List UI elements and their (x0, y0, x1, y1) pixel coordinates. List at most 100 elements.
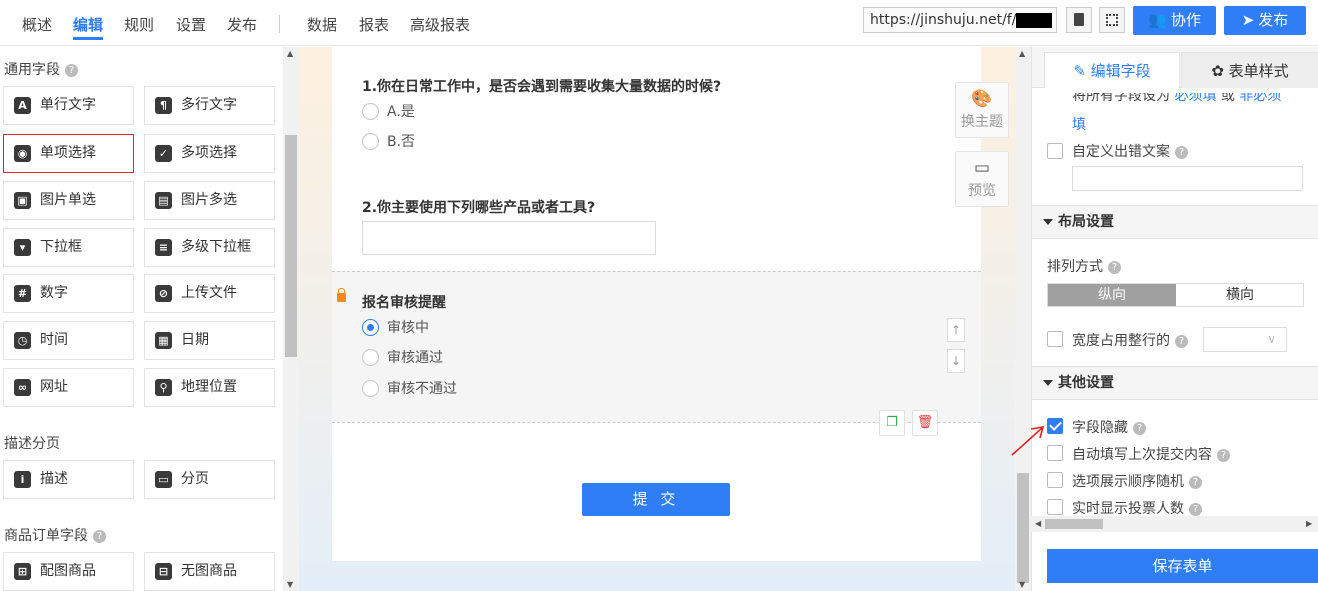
horizontal-scrollbar-thumb[interactable] (1045, 519, 1103, 529)
common-fields-title: 通用字段? (4, 59, 78, 79)
move-up-button[interactable]: ↑ (947, 318, 965, 342)
duplicate-field-button[interactable]: ❐ (879, 410, 905, 436)
nav-publish[interactable]: 发布 (227, 0, 257, 46)
copy-url-button[interactable] (1066, 7, 1092, 33)
field-single-line-text[interactable]: A 单行文字 (3, 86, 134, 125)
nav-settings[interactable]: 设置 (176, 0, 206, 46)
field-url[interactable]: ∞ 网址 (3, 368, 134, 407)
random-order-checkbox[interactable] (1047, 472, 1063, 488)
collaborate-button[interactable]: 👥 协作 (1133, 6, 1216, 35)
arrange-vertical[interactable]: 纵向 (1048, 284, 1176, 306)
publish-label: 发布 (1258, 11, 1289, 29)
scroll-left-icon[interactable]: ◀ (1035, 519, 1041, 528)
form-url-field[interactable]: https://jinshuju.net/f/u (863, 7, 1057, 33)
help-icon[interactable]: ? (1189, 476, 1202, 489)
help-icon[interactable]: ? (1133, 422, 1146, 435)
page-icon: ▭ (155, 471, 172, 488)
question-3-selected-block[interactable]: 报名审核提醒 审核中 审核通过 审核不通过 ↑ ↓ ❐ 🗑 (332, 271, 981, 436)
autofill-checkbox[interactable] (1047, 445, 1063, 461)
save-form-button[interactable]: 保存表单 (1047, 549, 1318, 583)
custom-error-input[interactable] (1072, 166, 1303, 191)
move-down-button[interactable]: ↓ (947, 349, 965, 373)
top-bar: 概述 编辑 规则 设置 发布 数据 报表 高级报表 https://jinshu… (0, 0, 1318, 46)
help-icon[interactable]: ? (1108, 261, 1121, 274)
field-image-multi[interactable]: ▤ 图片多选 (144, 181, 275, 220)
nav-data[interactable]: 数据 (307, 0, 337, 46)
field-description[interactable]: i 描述 (3, 460, 134, 499)
canvas-scrollbar-thumb[interactable] (1017, 473, 1029, 583)
field-settings-panel: ✎ 编辑字段 ✿ 表单样式 将所有字段设为 必须填 或 非必须 填 自定义出错文… (1031, 47, 1318, 591)
field-image-single[interactable]: ▣ 图片单选 (3, 181, 134, 220)
field-multi-line-text[interactable]: ¶ 多行文字 (144, 86, 275, 125)
vote-count-label: 实时显示投票人数? (1072, 498, 1202, 518)
help-icon[interactable]: ? (1175, 146, 1188, 159)
autofill-label: 自动填写上次提交内容? (1072, 444, 1230, 464)
settings-horizontal-scrollbar[interactable]: ◀ ▶ (1031, 516, 1318, 532)
nav-edit[interactable]: 编辑 (73, 0, 104, 46)
fullwidth-checkbox[interactable] (1047, 331, 1063, 347)
custom-error-checkbox[interactable] (1047, 143, 1063, 159)
field-label: 单行文字 (40, 97, 96, 113)
left-scrollbar[interactable]: ▲ ▼ (283, 47, 299, 591)
change-theme-button[interactable]: 🎨 换主题 (955, 82, 1009, 138)
delete-field-button[interactable]: 🗑 (912, 410, 938, 436)
nav-rules[interactable]: 规则 (124, 0, 154, 46)
desc-section-title: 描述分页 (4, 436, 60, 452)
help-icon[interactable]: ? (93, 530, 106, 543)
scroll-down-icon[interactable]: ▼ (1019, 580, 1025, 589)
copy-icon: ❐ (886, 415, 898, 430)
scroll-up-icon[interactable]: ▲ (1019, 49, 1025, 58)
field-goods-no-image[interactable]: ⊟ 无图商品 (144, 552, 275, 591)
arrange-horizontal[interactable]: 横向 (1176, 284, 1304, 306)
radio-circle (362, 380, 379, 397)
preview-button[interactable]: ▭ 预览 (955, 151, 1009, 207)
other-section-header[interactable]: 其他设置 (1032, 366, 1318, 400)
field-time[interactable]: ◷ 时间 (3, 321, 134, 360)
paperclip-icon: ⊘ (155, 285, 172, 302)
field-label: 描述 (40, 471, 68, 487)
set-required-link[interactable]: 必须填 (1174, 93, 1216, 104)
fullwidth-select[interactable]: ∨ (1203, 327, 1287, 352)
field-dropdown[interactable]: ▾ 下拉框 (3, 228, 134, 267)
field-multi-choice[interactable]: ✓ 多项选择 (144, 134, 275, 173)
radio-circle (362, 103, 379, 120)
field-date[interactable]: ▦ 日期 (144, 321, 275, 360)
field-cascade-dropdown[interactable]: ≡ 多级下拉框 (144, 228, 275, 267)
field-upload[interactable]: ⊘ 上传文件 (144, 274, 275, 313)
tab-edit-field[interactable]: ✎ 编辑字段 (1044, 52, 1180, 88)
vote-count-checkbox[interactable] (1047, 499, 1063, 515)
nav-overview[interactable]: 概述 (22, 0, 52, 46)
field-label: 地理位置 (181, 379, 237, 395)
field-pagination[interactable]: ▭ 分页 (144, 460, 275, 499)
field-goods-with-image[interactable]: ⊞ 配图商品 (3, 552, 134, 591)
tab-form-style[interactable]: ✿ 表单样式 (1181, 52, 1318, 88)
field-label: 下拉框 (40, 239, 82, 255)
scroll-up-icon[interactable]: ▲ (287, 49, 293, 58)
field-location[interactable]: ⚲ 地理位置 (144, 368, 275, 407)
nav-reports[interactable]: 报表 (359, 0, 389, 46)
chevron-down-icon: ∨ (1267, 332, 1276, 346)
help-icon[interactable]: ? (1217, 449, 1230, 462)
scroll-right-icon[interactable]: ▶ (1306, 519, 1312, 528)
option-label: B.否 (387, 134, 416, 150)
number-icon: # (14, 285, 31, 302)
fullwidth-label: 宽度占用整行的? (1072, 330, 1188, 350)
left-scrollbar-thumb[interactable] (285, 135, 297, 357)
layout-section-header[interactable]: 布局设置 (1032, 205, 1318, 239)
qrcode-button[interactable] (1099, 7, 1125, 33)
required-line2[interactable]: 填 (1072, 114, 1086, 134)
field-label: 上传文件 (181, 285, 237, 301)
set-optional-link[interactable]: 非必须 (1239, 93, 1281, 104)
question-2-input[interactable] (362, 221, 656, 255)
form-submit-button[interactable]: 提 交 (582, 483, 730, 516)
field-single-choice[interactable]: ◉ 单项选择 (3, 134, 134, 173)
help-icon[interactable]: ? (1175, 335, 1188, 348)
help-icon[interactable]: ? (1189, 503, 1202, 516)
publish-button[interactable]: ➤ 发布 (1224, 6, 1306, 35)
help-icon[interactable]: ? (65, 64, 78, 77)
nav-advanced-reports[interactable]: 高级报表 (410, 0, 470, 46)
hide-field-checkbox[interactable] (1047, 418, 1063, 434)
field-number[interactable]: # 数字 (3, 274, 134, 313)
canvas-scrollbar[interactable]: ▲ ▼ (1015, 47, 1031, 591)
scroll-down-icon[interactable]: ▼ (287, 580, 293, 589)
